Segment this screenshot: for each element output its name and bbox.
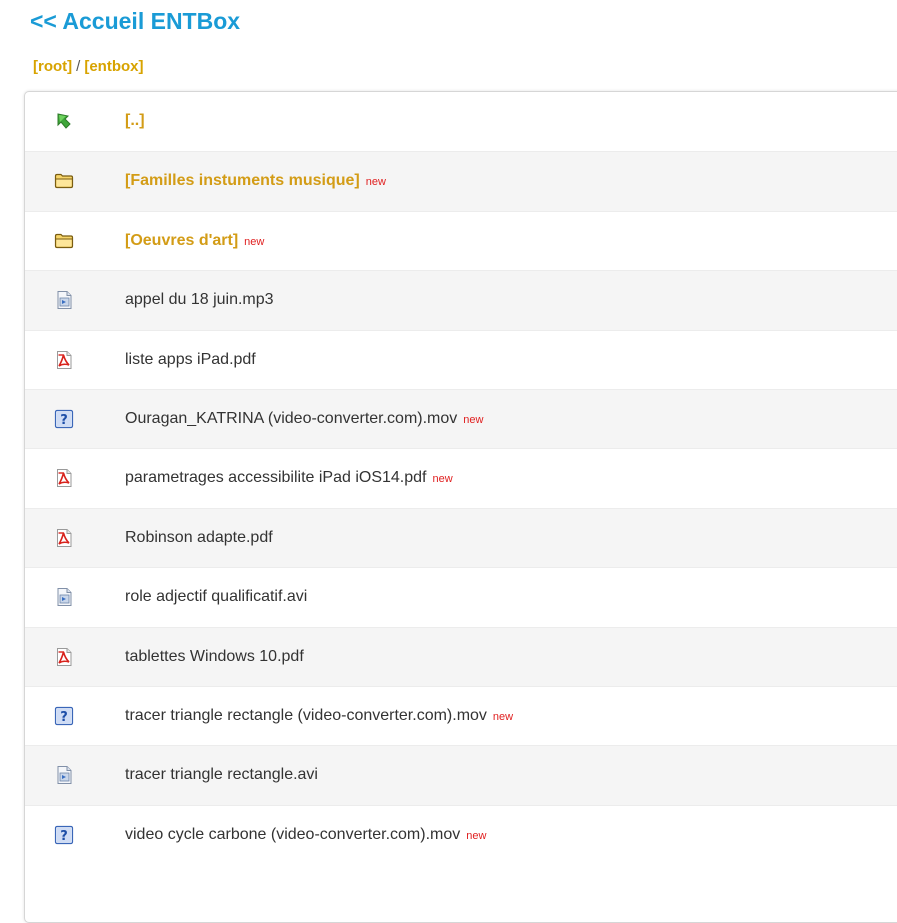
svg-text:?: ? bbox=[60, 829, 68, 844]
new-badge: new bbox=[492, 711, 514, 723]
file-row[interactable]: ? video cycle carbone (video-converter.co… bbox=[25, 804, 897, 865]
file-name-link[interactable]: liste apps iPad.pdf bbox=[125, 351, 256, 369]
new-badge: new bbox=[466, 829, 487, 842]
unknown-file-icon: ? bbox=[54, 409, 74, 429]
file-name-link[interactable]: role adjectif qualificatif.avi bbox=[125, 588, 307, 606]
file-name-label: [Familles instuments musique] bbox=[125, 172, 360, 190]
unknown-file-icon: ? bbox=[54, 706, 74, 726]
folder-row[interactable]: [..] bbox=[25, 92, 897, 151]
new-badge: new bbox=[432, 473, 453, 486]
file-name-label: parametrages accessibilite iPad iOS14.pd… bbox=[125, 469, 427, 487]
file-name-link[interactable]: tablettes Windows 10.pdf bbox=[125, 648, 304, 666]
file-name-label: liste apps iPad.pdf bbox=[125, 350, 256, 368]
file-name-label: video cycle carbone (video-converter.com… bbox=[125, 825, 461, 843]
pdf-file-icon bbox=[54, 528, 74, 548]
file-name-link[interactable]: appel du 18 juin.mp3 bbox=[125, 291, 274, 309]
folder-row[interactable]: [Familles instuments musique] new bbox=[25, 151, 897, 212]
page-header: << Accueil ENTBox [root] / [entbox] bbox=[0, 0, 897, 90]
parent-directory-icon bbox=[54, 111, 74, 131]
unknown-file-icon: ? bbox=[54, 825, 74, 845]
file-name-label: tablettes Windows 10.pdf bbox=[125, 647, 304, 665]
home-link[interactable]: << Accueil ENTBox bbox=[30, 8, 240, 35]
pdf-file-icon bbox=[54, 647, 74, 667]
pdf-file-icon bbox=[54, 350, 74, 370]
file-name-link[interactable]: Robinson adapte.pdf bbox=[125, 529, 273, 547]
new-badge: new bbox=[365, 176, 386, 189]
file-row[interactable]: parametrages accessibilite iPad iOS14.pd… bbox=[25, 448, 897, 508]
file-name-link[interactable]: parametrages accessibilite iPad iOS14.pd… bbox=[125, 469, 453, 487]
new-badge: new bbox=[463, 414, 484, 426]
file-row[interactable]: ? Ouragan_KATRINA (video-converter.com).m… bbox=[25, 389, 897, 449]
media-file-icon bbox=[54, 765, 74, 785]
file-name-label: tracer triangle rectangle.avi bbox=[125, 766, 318, 784]
file-row[interactable]: appel du 18 juin.mp3 bbox=[25, 270, 897, 331]
file-name-link[interactable]: [..] bbox=[125, 112, 145, 130]
file-name-label: [Oeuvres d'art] bbox=[125, 231, 239, 249]
file-row[interactable]: liste apps iPad.pdf bbox=[25, 329, 897, 390]
file-name-link[interactable]: tracer triangle rectangle.avi bbox=[125, 766, 318, 784]
file-name-link[interactable]: Ouragan_KATRINA (video-converter.com).mo… bbox=[125, 410, 483, 428]
file-row[interactable]: ? tracer triangle rectangle (video-conver… bbox=[25, 686, 897, 746]
media-file-icon bbox=[54, 587, 74, 607]
breadcrumb-separator: / bbox=[76, 58, 81, 75]
file-name-label: [..] bbox=[125, 112, 145, 129]
file-row[interactable]: role adjectif qualificatif.avi bbox=[25, 567, 897, 627]
media-file-icon bbox=[54, 290, 74, 310]
file-name-link[interactable]: video cycle carbone (video-converter.com… bbox=[125, 826, 486, 844]
file-name-label: role adjectif qualificatif.avi bbox=[125, 588, 308, 606]
file-name-link[interactable]: [Oeuvres d'art] new bbox=[125, 232, 264, 250]
file-row[interactable]: tracer triangle rectangle.avi bbox=[25, 745, 897, 806]
folder-icon bbox=[54, 171, 74, 191]
file-row[interactable]: tablettes Windows 10.pdf bbox=[25, 626, 897, 687]
breadcrumb-current[interactable]: [entbox] bbox=[84, 58, 143, 75]
file-name-link[interactable]: [Familles instuments musique] new bbox=[125, 172, 386, 190]
breadcrumb-root[interactable]: [root] bbox=[33, 58, 72, 75]
pdf-file-icon bbox=[54, 468, 74, 488]
file-name-label: appel du 18 juin.mp3 bbox=[125, 291, 274, 309]
folder-row[interactable]: [Oeuvres d'art] new bbox=[25, 210, 897, 271]
file-name-label: Robinson adapte.pdf bbox=[125, 528, 273, 546]
svg-text:?: ? bbox=[60, 413, 68, 428]
new-badge: new bbox=[244, 235, 265, 248]
file-name-label: Ouragan_KATRINA (video-converter.com).mo… bbox=[125, 410, 458, 427]
file-row[interactable]: Robinson adapte.pdf bbox=[25, 507, 897, 568]
folder-icon bbox=[54, 231, 74, 251]
file-list: [..] [Familles instuments musique] new [Oeu… bbox=[24, 91, 897, 923]
file-name-label: tracer triangle rectangle (video-convert… bbox=[125, 707, 487, 724]
svg-text:?: ? bbox=[60, 710, 68, 725]
file-name-link[interactable]: tracer triangle rectangle (video-convert… bbox=[125, 707, 513, 725]
breadcrumb: [root] / [entbox] bbox=[33, 58, 144, 75]
